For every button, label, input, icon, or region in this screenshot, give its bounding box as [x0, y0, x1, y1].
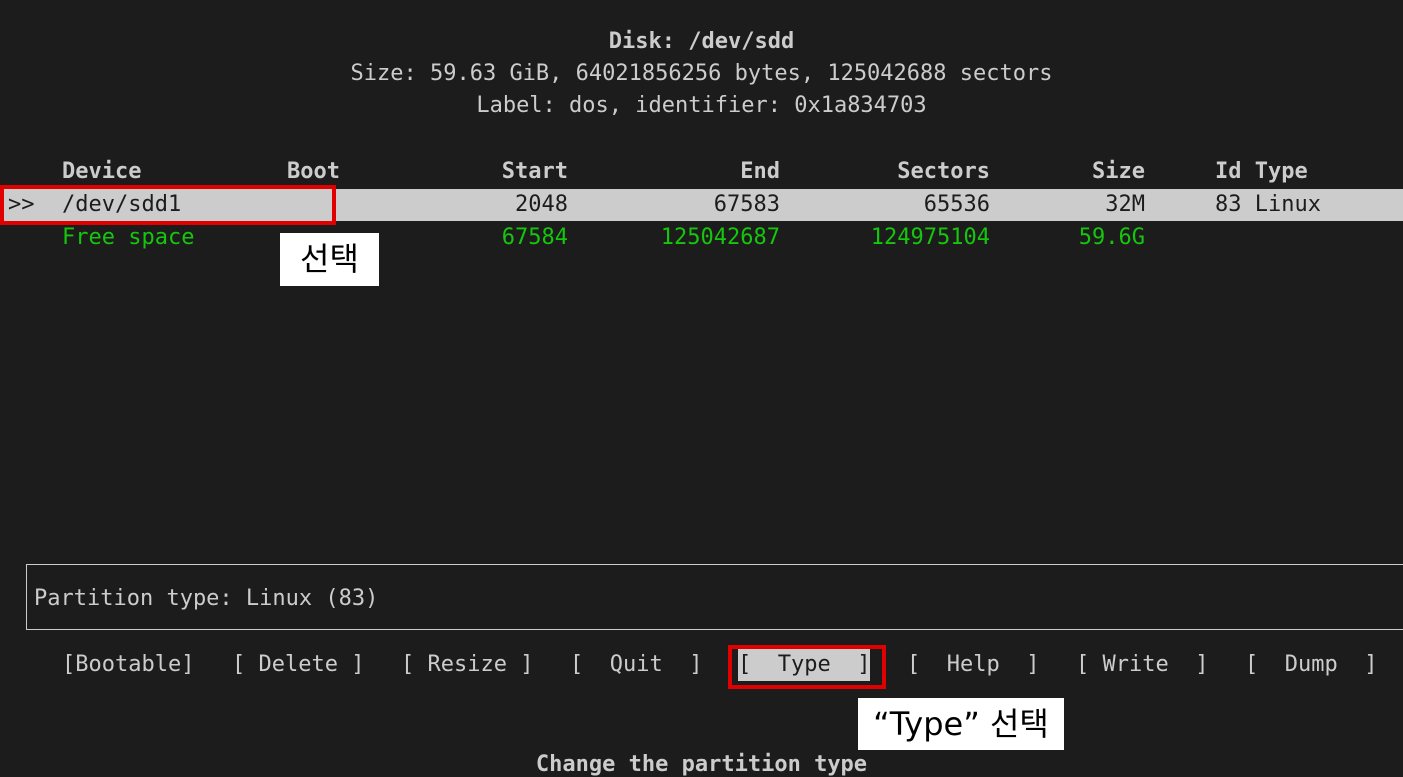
header-device: Device [62, 159, 142, 184]
callout-type-select-label: “Type” 선택 [858, 698, 1064, 750]
menu-resize-button[interactable]: [ Resize ] [401, 649, 533, 681]
header-end: End [740, 159, 780, 184]
free-start: 67584 [501, 225, 568, 250]
menu-bootable-button[interactable]: [Bootable] [62, 649, 194, 681]
header-boot: Boot [287, 159, 340, 184]
header-size: Size [1092, 159, 1145, 184]
header-sectors: Sectors [897, 159, 990, 184]
partition-type-text: Partition type: Linux (83) [34, 586, 379, 611]
header-start: Start [501, 159, 568, 184]
row-end: 67583 [713, 192, 780, 217]
free-end: 125042687 [660, 225, 780, 250]
menu-delete-button[interactable]: [ Delete ] [232, 649, 364, 681]
menu-write-button[interactable]: [ Write ] [1076, 649, 1208, 681]
partition-info-box: Partition type: Linux (83) [26, 564, 1403, 630]
row-size: 32M [1105, 192, 1145, 217]
highlight-selected-row [0, 185, 336, 225]
menu-quit-button[interactable]: [ Quit ] [570, 649, 702, 681]
menu-help-button[interactable]: [ Help ] [907, 649, 1039, 681]
menu-dump-button[interactable]: [ Dump ] [1245, 649, 1377, 681]
free-device: Free space [62, 225, 195, 250]
free-sectors: 124975104 [870, 225, 990, 250]
row-id-type: 83 Linux [1215, 192, 1321, 217]
status-hint: Change the partition type [535, 752, 868, 777]
free-size: 59.6G [1078, 225, 1145, 250]
row-sectors: 65536 [923, 192, 990, 217]
highlight-type-button [728, 645, 886, 689]
callout-select-label: 선택 [280, 233, 379, 286]
row-start: 2048 [515, 192, 568, 217]
disk-label-line: Label: dos, identifier: 0x1a834703 [476, 93, 927, 118]
disk-size-line: Size: 59.63 GiB, 64021856256 bytes, 1250… [350, 61, 1053, 86]
header-id-type: Id Type [1215, 159, 1308, 184]
disk-title: Disk: /dev/sdd [608, 29, 795, 54]
